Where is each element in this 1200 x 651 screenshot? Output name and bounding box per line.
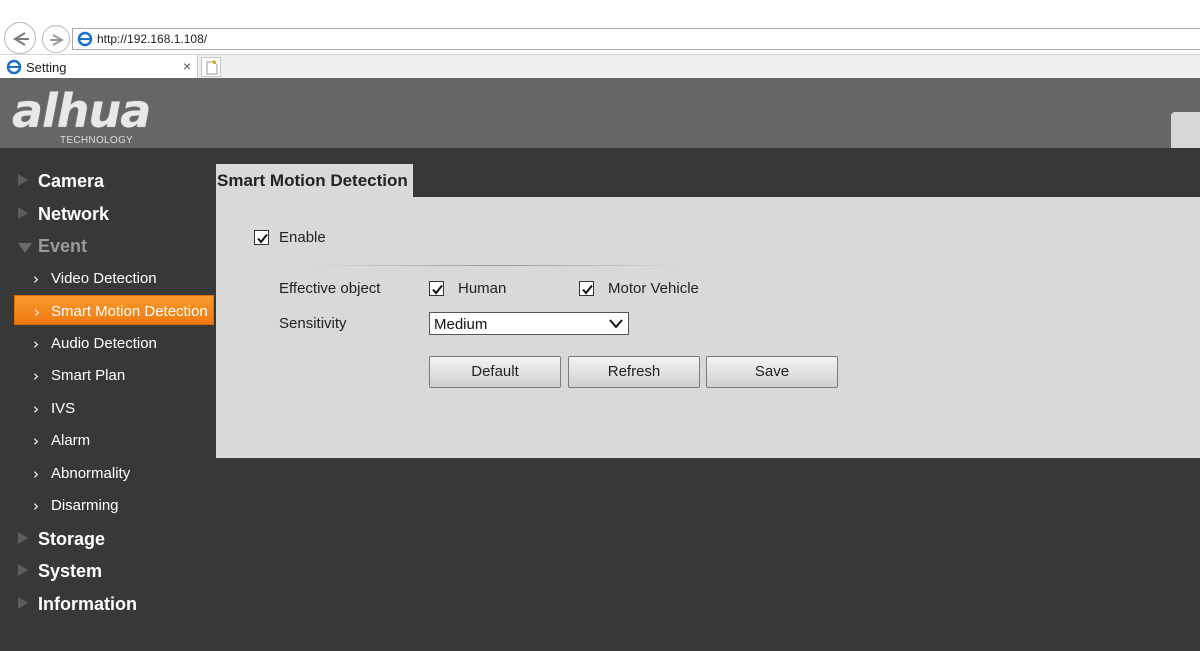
sensitivity-label: Sensitivity — [279, 315, 347, 332]
chevron-right-icon: › — [33, 270, 39, 288]
sidebar-item-disarming[interactable]: › Disarming — [0, 490, 214, 520]
save-button[interactable]: Save — [706, 356, 838, 388]
ie-icon — [77, 31, 93, 47]
forward-button[interactable] — [42, 25, 70, 53]
forward-arrow-icon — [50, 34, 65, 46]
expand-arrow-icon — [18, 174, 28, 186]
chevron-right-icon: › — [33, 432, 39, 450]
sidebar-item-alarm[interactable]: › Alarm — [0, 425, 214, 455]
chevron-right-icon: › — [33, 465, 39, 483]
sidebar-item-network[interactable]: Network — [0, 198, 214, 228]
logo-text: alhua — [12, 84, 151, 138]
chevron-right-icon: › — [33, 400, 39, 418]
logo-subtext: TECHNOLOGY — [60, 135, 134, 146]
enable-label: Enable — [279, 229, 326, 246]
expand-arrow-icon — [18, 532, 28, 544]
divider — [312, 265, 682, 266]
sidebar-item-label: Abnormality — [51, 465, 131, 482]
back-button[interactable] — [4, 22, 36, 54]
collapse-arrow-icon — [18, 243, 32, 253]
new-tab-button[interactable] — [201, 57, 221, 77]
checkmark-icon — [582, 284, 593, 295]
sidebar-item-label: Video Detection — [51, 270, 157, 287]
sensitivity-select[interactable]: Medium — [429, 312, 629, 335]
sensitivity-value: Medium — [434, 316, 488, 333]
dahua-logo: alhua TECHNOLOGY — [12, 84, 151, 146]
sidebar-item-label: Information — [38, 594, 137, 614]
motor-vehicle-checkbox[interactable] — [579, 281, 594, 296]
effective-object-label: Effective object — [279, 280, 381, 297]
browser-tab[interactable]: Setting × — [0, 55, 198, 79]
chevron-right-icon: › — [33, 367, 39, 385]
close-tab-icon[interactable]: × — [183, 58, 191, 74]
chevron-down-icon — [609, 319, 623, 329]
chevron-right-icon: › — [34, 303, 40, 321]
sidebar-item-storage[interactable]: Storage — [0, 523, 214, 553]
chevron-right-icon: › — [33, 497, 39, 515]
checkmark-icon — [257, 233, 268, 244]
ie-icon — [6, 59, 22, 75]
page-title: Smart Motion Detection — [217, 171, 408, 190]
sidebar-item-information[interactable]: Information — [0, 588, 214, 618]
tab-title: Setting — [26, 60, 67, 75]
sidebar-item-label: Disarming — [51, 497, 119, 514]
settings-panel: Enable Effective object Human Motor Vehi… — [216, 197, 1200, 458]
sidebar-item-label: IVS — [51, 400, 76, 417]
tab-smart-motion-detection[interactable]: Smart Motion Detection — [216, 164, 413, 197]
sidebar-item-label: Smart Motion Detection — [51, 303, 208, 320]
sidebar-item-event[interactable]: Event — [0, 230, 214, 260]
refresh-button[interactable]: Refresh — [568, 356, 700, 388]
sidebar-item-label: Event — [38, 236, 88, 256]
sidebar-item-label: Audio Detection — [51, 335, 157, 352]
sidebar-item-smart-plan[interactable]: › Smart Plan — [0, 360, 214, 390]
app-header: alhua TECHNOLOGY — [0, 78, 1200, 148]
human-checkbox[interactable] — [429, 281, 444, 296]
new-tab-icon — [206, 60, 218, 75]
sidebar-item-smart-motion-detection[interactable]: › Smart Motion Detection — [14, 295, 214, 325]
address-url: http://192.168.1.108/ — [97, 32, 208, 46]
sidebar-item-label: Camera — [38, 171, 105, 191]
sidebar-item-label: Storage — [38, 529, 106, 549]
sidebar-item-system[interactable]: System — [0, 555, 214, 585]
browser-chrome: http://192.168.1.108/ Setting × — [0, 0, 1200, 79]
expand-arrow-icon — [18, 597, 28, 609]
expand-arrow-icon — [18, 564, 28, 576]
sidebar-item-ivs[interactable]: › IVS — [0, 393, 214, 423]
sidebar-item-label: Network — [38, 204, 110, 224]
sidebar-item-camera[interactable]: Camera — [0, 165, 214, 195]
human-label: Human — [458, 280, 507, 297]
header-menu-tab[interactable] — [1171, 112, 1200, 148]
sidebar-item-label: Smart Plan — [51, 367, 126, 384]
default-button[interactable]: Default — [429, 356, 561, 388]
address-bar[interactable]: http://192.168.1.108/ — [72, 28, 1200, 50]
back-arrow-icon — [13, 32, 29, 46]
expand-arrow-icon — [18, 207, 28, 219]
sidebar-item-label: Alarm — [51, 432, 91, 449]
sidebar-item-audio-detection[interactable]: › Audio Detection — [0, 328, 214, 358]
sidebar-item-video-detection[interactable]: › Video Detection — [0, 263, 214, 293]
sidebar-item-abnormality[interactable]: › Abnormality — [0, 458, 214, 488]
motor-vehicle-label: Motor Vehicle — [608, 280, 699, 297]
sidebar: Camera Network Event › Video Detection ›… — [0, 148, 216, 651]
chevron-right-icon: › — [33, 335, 39, 353]
tab-bar: Setting × — [0, 54, 1200, 79]
sidebar-item-label: System — [38, 561, 103, 581]
checkmark-icon — [432, 284, 443, 295]
enable-checkbox[interactable] — [254, 230, 269, 245]
